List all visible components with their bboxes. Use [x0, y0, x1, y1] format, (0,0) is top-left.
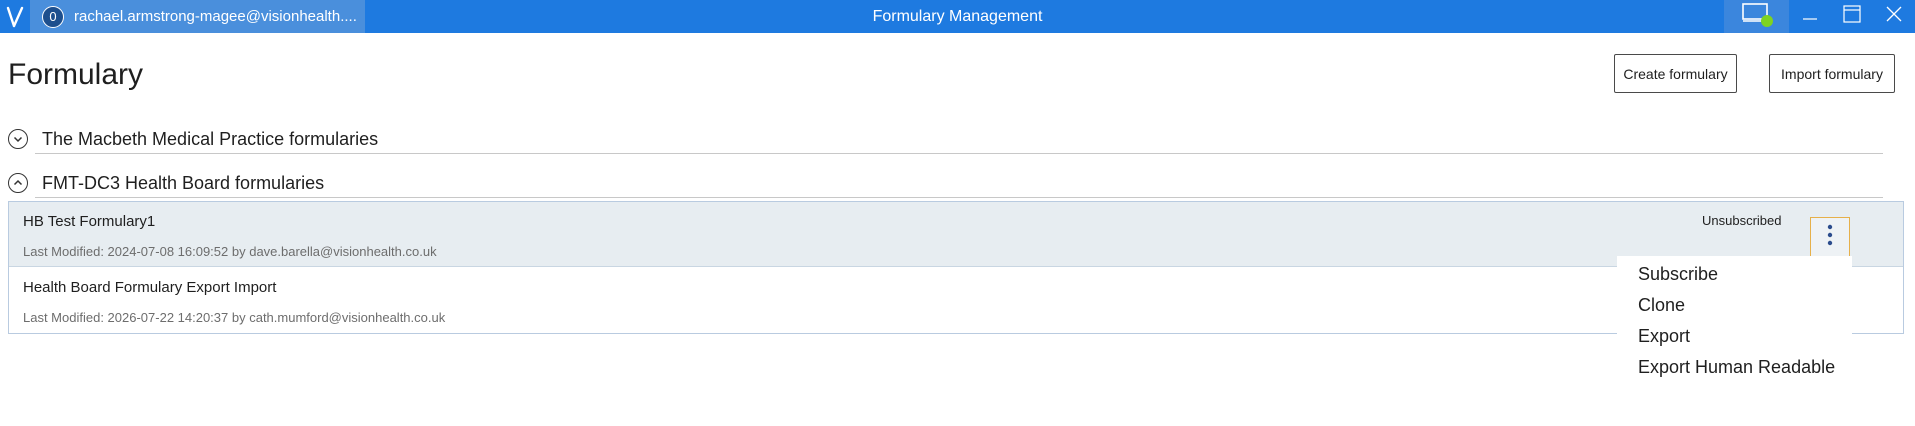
create-formulary-button[interactable]: Create formulary	[1614, 54, 1737, 93]
group-header-fmt-dc3[interactable]: FMT-DC3 Health Board formularies	[8, 169, 324, 197]
formulary-last-modified: Last Modified: 2024-07-08 16:09:52 by da…	[23, 244, 437, 259]
group-header-macbeth[interactable]: The Macbeth Medical Practice formularies	[8, 125, 378, 153]
import-formulary-button[interactable]: Import formulary	[1769, 54, 1895, 93]
menu-item-subscribe[interactable]: Subscribe	[1617, 259, 1852, 290]
maximize-icon	[1842, 4, 1862, 29]
connection-status-button[interactable]	[1724, 0, 1789, 33]
notification-count-badge: 0	[42, 5, 64, 28]
page-title: Formulary	[8, 58, 144, 91]
context-menu: Subscribe Clone Export Export Human Read…	[1617, 256, 1852, 380]
formulary-name: HB Test Formulary1	[23, 213, 156, 230]
chevron-down-icon[interactable]	[8, 129, 28, 149]
more-vertical-icon	[1827, 224, 1833, 251]
group-divider	[35, 153, 1883, 154]
formulary-last-modified: Last Modified: 2026-07-22 14:20:37 by ca…	[23, 310, 446, 325]
monitor-icon	[1740, 1, 1774, 32]
menu-item-clone[interactable]: Clone	[1617, 290, 1852, 321]
user-account-button[interactable]: 0 rachael.armstrong-magee@visionhealth..…	[30, 0, 365, 33]
menu-item-export-human-readable[interactable]: Export Human Readable	[1617, 352, 1852, 383]
group-label: The Macbeth Medical Practice formularies	[42, 128, 379, 149]
vision-logo-icon	[0, 0, 30, 33]
title-bar: 0 rachael.armstrong-magee@visionhealth..…	[0, 0, 1915, 33]
subscription-status: Unsubscribed	[1702, 213, 1782, 228]
formulary-name: Health Board Formulary Export Import	[23, 279, 277, 296]
close-icon	[1885, 5, 1903, 28]
user-email: rachael.armstrong-magee@visionhealth....	[74, 8, 357, 25]
minimize-button[interactable]	[1789, 0, 1831, 33]
minimize-icon	[1801, 5, 1819, 28]
maximize-button[interactable]	[1831, 0, 1873, 33]
more-options-button[interactable]	[1810, 217, 1850, 257]
group-label: FMT-DC3 Health Board formularies	[42, 172, 325, 193]
group-divider	[35, 197, 1883, 198]
menu-item-export[interactable]: Export	[1617, 321, 1852, 352]
close-button[interactable]	[1873, 0, 1915, 33]
chevron-up-icon[interactable]	[8, 173, 28, 193]
